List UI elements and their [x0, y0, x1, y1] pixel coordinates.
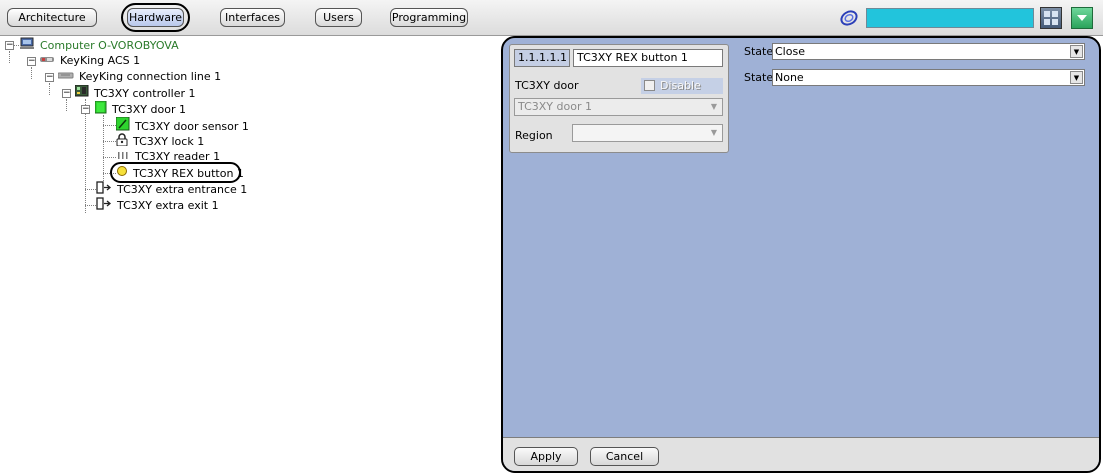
system-logo-icon: [838, 8, 860, 28]
connection-line-icon: [57, 69, 74, 85]
door-select-value: TC3XY door 1: [518, 100, 592, 113]
main-toolbar: Architecture Hardware Interfaces Users P…: [0, 0, 1103, 36]
state-label: State: [744, 71, 774, 84]
tree-node-door-sensor[interactable]: TC3XY door sensor 1: [115, 116, 250, 133]
state-select-none[interactable]: None ▼: [772, 69, 1085, 86]
tree-node-lock[interactable]: TC3XY lock 1: [116, 133, 205, 149]
chevron-down-icon: ▼: [710, 128, 718, 137]
door-label: TC3XY door: [515, 79, 579, 92]
expand-toggle-icon[interactable]: −: [27, 57, 36, 66]
object-name-input[interactable]: TC3XY REX button 1: [573, 49, 723, 67]
tab-programming[interactable]: Programming: [390, 8, 468, 27]
tree-node-controller[interactable]: TC3XY controller 1: [74, 84, 196, 102]
layout-grid-icon[interactable]: [1040, 7, 1062, 29]
computer-icon: [20, 37, 35, 55]
door-icon: [94, 100, 107, 119]
extra-exit-icon: [96, 197, 112, 215]
search-field[interactable]: [866, 8, 1034, 28]
disable-checkbox[interactable]: Disable: [641, 78, 723, 94]
expand-toggle-icon[interactable]: −: [62, 89, 71, 98]
settings-panel: 1.1.1.1.1 TC3XY REX button 1 TC3XY door …: [501, 36, 1101, 473]
checkbox-icon: [644, 80, 655, 91]
door-select[interactable]: TC3XY door 1 ▼: [514, 98, 723, 116]
dropdown-menu-icon[interactable]: [1071, 7, 1093, 29]
acs-icon: [40, 53, 55, 69]
controller-icon: [74, 84, 89, 102]
expand-toggle-icon[interactable]: −: [5, 41, 14, 50]
tree-node-rex-button[interactable]: TC3XY REX button 1: [116, 165, 245, 181]
disable-label: Disable: [660, 79, 701, 92]
reader-icon: [116, 149, 130, 165]
chevron-down-icon: ▼: [1070, 71, 1083, 84]
chevron-down-icon: ▼: [710, 102, 718, 111]
chevron-down-icon: ▼: [1070, 45, 1083, 58]
tree-node-connection-line[interactable]: KeyKing connection line 1: [57, 69, 222, 85]
expand-toggle-icon[interactable]: −: [45, 73, 54, 82]
tab-users[interactable]: Users: [315, 8, 362, 27]
tree-node-door[interactable]: TC3XY door 1: [94, 100, 187, 119]
apply-button[interactable]: Apply: [514, 447, 578, 466]
hardware-tree: − Computer O-VOROBYOVA − KeyKing ACS 1 −…: [0, 37, 498, 475]
region-select[interactable]: ▼: [572, 124, 723, 142]
state-select-value: None: [775, 71, 804, 84]
state-select-value: Close: [775, 45, 805, 58]
cancel-button[interactable]: Cancel: [590, 447, 659, 466]
tree-node-extra-exit[interactable]: TC3XY extra exit 1: [96, 197, 220, 213]
tree-node-acs[interactable]: KeyKing ACS 1: [40, 53, 141, 69]
state-select-close[interactable]: Close ▼: [772, 43, 1085, 60]
object-id-field: 1.1.1.1.1: [514, 49, 570, 67]
rex-button-icon: [116, 165, 128, 182]
tree-node-reader[interactable]: TC3XY reader 1: [116, 149, 221, 165]
state-label: State: [744, 45, 774, 58]
tree-node-computer[interactable]: Computer O-VOROBYOVA: [20, 37, 180, 53]
object-properties-box: 1.1.1.1.1 TC3XY REX button 1 TC3XY door …: [509, 44, 729, 153]
tab-architecture[interactable]: Architecture: [7, 8, 97, 27]
expand-toggle-icon[interactable]: −: [81, 105, 90, 114]
tree-node-extra-entrance[interactable]: TC3XY extra entrance 1: [96, 181, 248, 197]
region-label: Region: [515, 129, 553, 142]
panel-footer: Apply Cancel: [503, 437, 1099, 471]
tab-hardware[interactable]: Hardware: [127, 8, 184, 27]
tab-interfaces[interactable]: Interfaces: [220, 8, 285, 27]
